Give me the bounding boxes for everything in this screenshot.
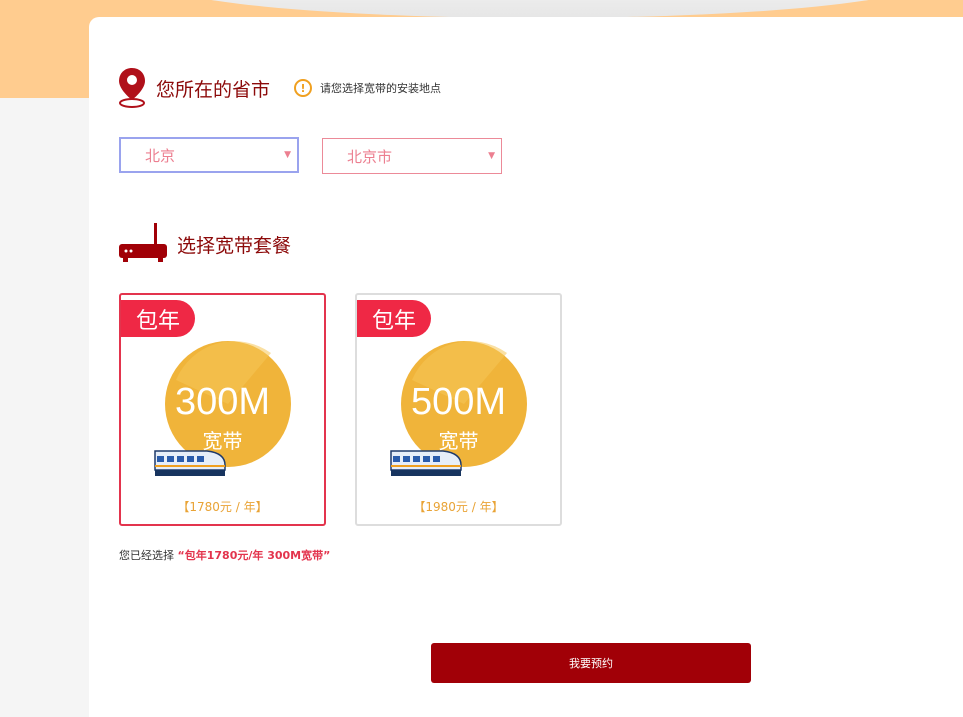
train-icon bbox=[154, 450, 226, 476]
location-hint-text: 请您选择宽带的安装地点 bbox=[320, 82, 442, 95]
package-tag: 包年 bbox=[121, 300, 195, 337]
location-hint: ! 请您选择宽带的安装地点 bbox=[294, 79, 441, 97]
selection-value: “包年1780元/年 300M宽带” bbox=[177, 549, 331, 562]
chevron-down-icon: ▼ bbox=[284, 150, 291, 160]
selection-summary: 您已经选择 “包年1780元/年 300M宽带” bbox=[119, 547, 330, 563]
province-value: 北京 bbox=[145, 146, 176, 165]
package-speed: 500M bbox=[410, 381, 507, 423]
train-icon bbox=[390, 450, 462, 476]
packages-title: 选择宽带套餐 bbox=[177, 234, 292, 257]
package-tag: 包年 bbox=[357, 300, 431, 337]
package-card-500m[interactable]: 包年 500M 宽带 【1980元 / 年】 bbox=[355, 293, 562, 526]
package-type: 宽带 bbox=[202, 429, 243, 453]
main-card: 您所在的省市 ! 请您选择宽带的安装地点 北京 ▼ 北京市 ▼ 选择宽带套餐 包… bbox=[89, 17, 963, 717]
package-type: 宽带 bbox=[438, 429, 479, 453]
location-title: 您所在的省市 bbox=[156, 78, 271, 101]
province-select[interactable]: 北京 ▼ bbox=[119, 137, 299, 173]
package-price: 【1980元 / 年】 bbox=[413, 500, 504, 514]
warning-icon: ! bbox=[294, 79, 313, 97]
package-card-300m[interactable]: 包年 300M 宽带 【1780元 / 年】 bbox=[119, 293, 326, 526]
package-speed: 300M bbox=[174, 381, 271, 423]
city-select[interactable]: 北京市 ▼ bbox=[322, 138, 502, 174]
location-pin-icon bbox=[118, 67, 146, 109]
reserve-button[interactable]: 我要预约 bbox=[431, 643, 751, 683]
selection-prefix: 您已经选择 bbox=[119, 549, 174, 562]
router-icon bbox=[119, 223, 167, 265]
location-header: 您所在的省市 ! 请您选择宽带的安装地点 bbox=[118, 67, 441, 109]
chevron-down-icon: ▼ bbox=[488, 151, 495, 161]
packages-header: 选择宽带套餐 bbox=[119, 223, 291, 265]
city-value: 北京市 bbox=[347, 147, 393, 166]
package-price: 【1780元 / 年】 bbox=[177, 500, 268, 514]
